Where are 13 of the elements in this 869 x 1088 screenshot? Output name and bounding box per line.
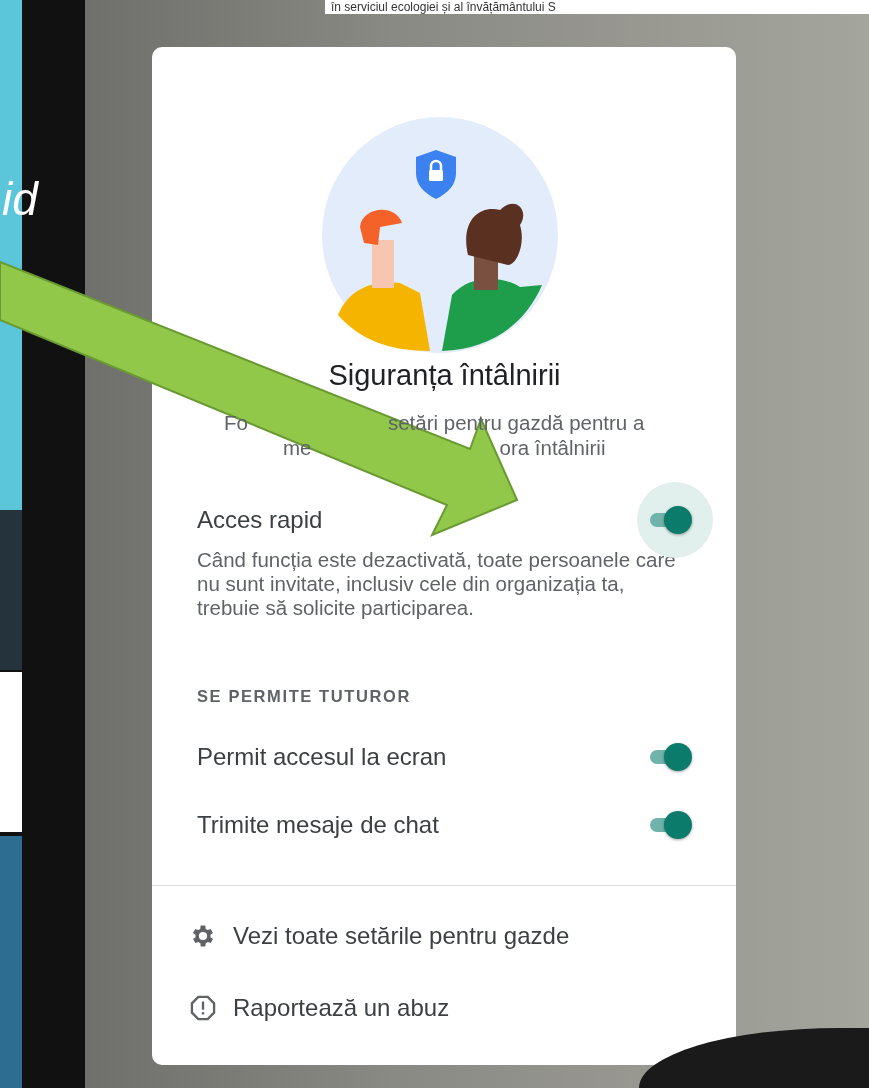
panel-title: Siguranța întâlnirii [327,358,562,392]
quick-access-description: Când funcția este dezactivată, toate persoanele care nu sunt invitate, inclusiv cele din organizația ta, trebuie să solicite participarea. [197,548,677,620]
toggle-label: Permit accesul la ecran [197,743,447,771]
section-header: SE PERMITE TUTUROR [197,687,412,706]
description-fragment: Fo [224,410,248,435]
description-fragment: ora întâlnirii [499,435,606,460]
quick-access-label: Acces rapid [197,506,323,534]
top-text: în serviciul ecologiei și al învățământului S [325,0,869,14]
toggle-label: Trimite mesaje de chat [197,811,439,839]
menu-item[interactable]: Vezi toate setările pentru gazde [189,914,692,958]
menu-item[interactable]: Raportează un abuz [189,986,692,1030]
description-fragment: me [283,435,312,460]
alert-icon [189,994,217,1022]
